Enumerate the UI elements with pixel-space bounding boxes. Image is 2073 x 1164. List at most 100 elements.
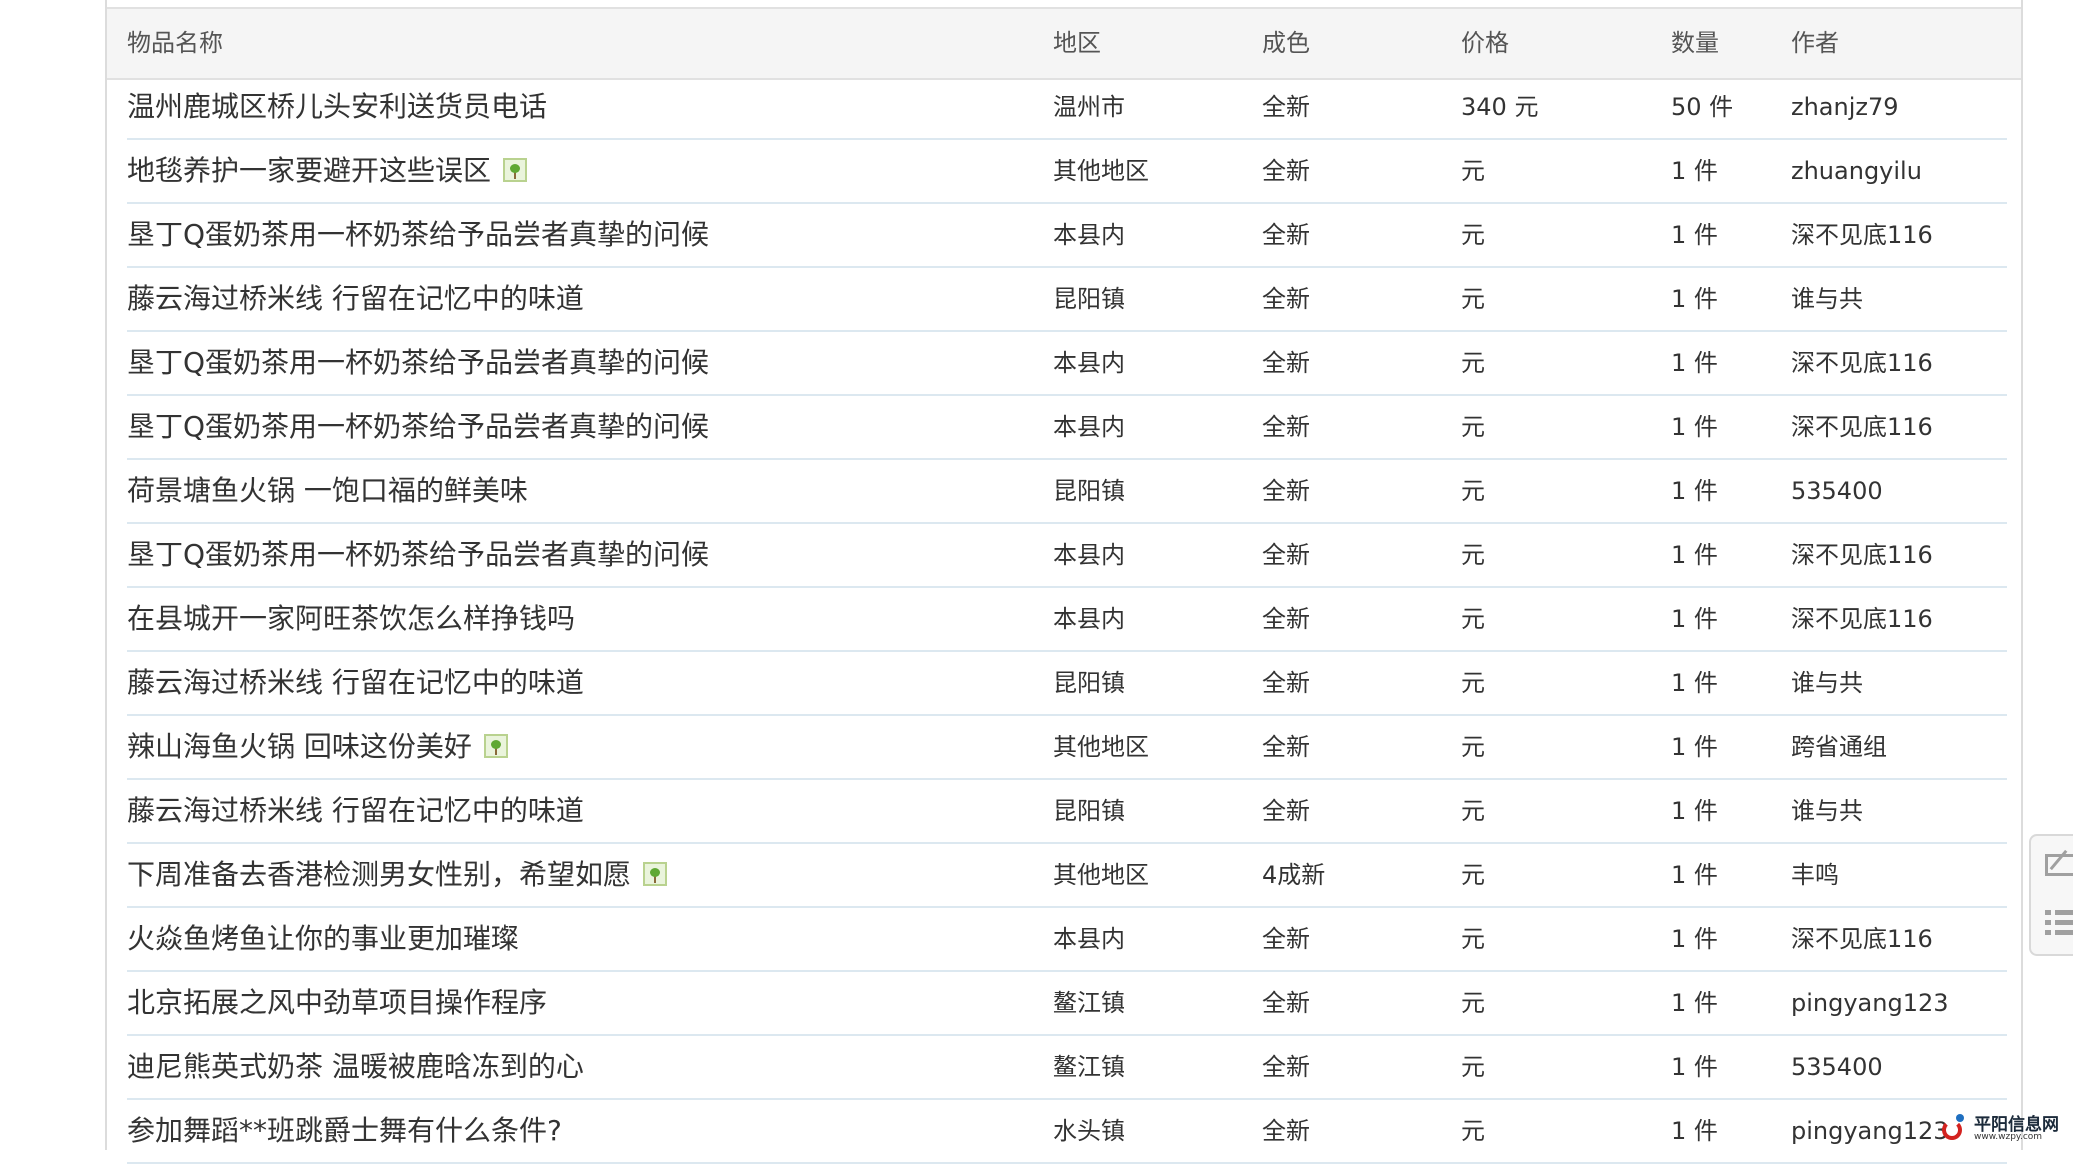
item-author[interactable]: pingyang123 [1791,972,1949,1034]
table-row[interactable]: 荷景塘鱼火锅 一饱口福的鲜美味 昆阳镇 全新 元 1 件 535400 [127,460,2007,524]
item-title-text: 辣山海鱼火锅 回味这份美好 [127,730,472,763]
table-row[interactable]: 垦丁Q蛋奶茶用一杯奶茶给予品尝者真挚的问候 本县内 全新 元 1 件 深不见底116 [127,204,2007,268]
item-author[interactable]: 535400 [1791,1036,1883,1098]
item-quantity: 1 件 [1671,349,1718,377]
item-price: 元 [1461,989,1485,1017]
item-quantity: 1 件 [1671,797,1718,825]
item-title-text: 垦丁Q蛋奶茶用一杯奶茶给予品尝者真挚的问候 [127,538,710,571]
item-title-link[interactable]: 在县城开一家阿旺茶饮怎么样挣钱吗 [127,588,575,650]
item-quantity: 1 件 [1671,541,1718,569]
item-quantity: 1 件 [1671,477,1718,505]
item-title-link[interactable]: 藤云海过桥米线 行留在记忆中的味道 [127,652,584,714]
item-title-text: 垦丁Q蛋奶茶用一杯奶茶给予品尝者真挚的问候 [127,346,710,379]
table-row[interactable]: 参加舞蹈**班跳爵士舞有什么条件? 水头镇 全新 元 1 件 pingyang123 [127,1100,2007,1164]
item-title-link[interactable]: 参加舞蹈**班跳爵士舞有什么条件? [127,1100,562,1162]
item-author[interactable]: 深不见底116 [1791,588,1933,650]
item-title-text: 迪尼熊英式奶茶 温暖被鹿晗冻到的心 [127,1050,584,1083]
list-icon[interactable] [2043,904,2073,944]
item-author[interactable]: 深不见底116 [1791,908,1933,970]
item-author[interactable]: zhanjz79 [1791,76,1899,138]
item-price: 元 [1461,221,1485,249]
column-header-condition: 成色 [1262,29,1310,57]
item-condition: 4成新 [1262,861,1326,889]
item-condition: 全新 [1262,1117,1310,1145]
item-condition: 全新 [1262,541,1310,569]
table-row[interactable]: 藤云海过桥米线 行留在记忆中的味道 昆阳镇 全新 元 1 件 谁与共 [127,780,2007,844]
table-row[interactable]: 在县城开一家阿旺茶饮怎么样挣钱吗 本县内 全新 元 1 件 深不见底116 [127,588,2007,652]
table-row[interactable]: 垦丁Q蛋奶茶用一杯奶茶给予品尝者真挚的问候 本县内 全新 元 1 件 深不见底116 [127,524,2007,588]
item-condition: 全新 [1262,733,1310,761]
column-header-area: 地区 [1053,29,1101,57]
table-row[interactable]: 北京拓展之风中劲草项目操作程序 鳌江镇 全新 元 1 件 pingyang123 [127,972,2007,1036]
item-title-link[interactable]: 温州鹿城区桥儿头安利送货员电话 [127,76,547,138]
item-title-link[interactable]: 藤云海过桥米线 行留在记忆中的味道 [127,268,584,330]
item-quantity: 1 件 [1671,989,1718,1017]
item-author[interactable]: 深不见底116 [1791,396,1933,458]
item-area: 鳌江镇 [1053,989,1125,1017]
item-title-link[interactable]: 北京拓展之风中劲草项目操作程序 [127,972,547,1034]
table-header: 物品名称 地区 成色 价格 数量 作者 [107,7,2021,80]
item-area: 本县内 [1053,221,1125,249]
item-quantity: 1 件 [1671,1117,1718,1145]
item-title-text: 地毯养护一家要避开这些误区 [127,154,492,187]
item-area: 昆阳镇 [1053,797,1125,825]
item-title-link[interactable]: 下周准备去香港检测男女性别，希望如愿 [127,844,668,906]
item-title-text: 火焱鱼烤鱼让你的事业更加璀璨 [127,922,520,955]
item-author[interactable]: 谁与共 [1791,268,1863,330]
table-row[interactable]: 迪尼熊英式奶茶 温暖被鹿晗冻到的心 鳌江镇 全新 元 1 件 535400 [127,1036,2007,1100]
item-title-text: 藤云海过桥米线 行留在记忆中的味道 [127,666,584,699]
item-condition: 全新 [1262,285,1310,313]
item-area: 本县内 [1053,925,1125,953]
item-author[interactable]: zhuangyilu [1791,140,1922,202]
image-attachment-icon [483,734,508,758]
item-title-link[interactable]: 火焱鱼烤鱼让你的事业更加璀璨 [127,908,519,970]
table-row[interactable]: 藤云海过桥米线 行留在记忆中的味道 昆阳镇 全新 元 1 件 谁与共 [127,652,2007,716]
column-header-quantity: 数量 [1671,29,1719,57]
table-row[interactable]: 垦丁Q蛋奶茶用一杯奶茶给予品尝者真挚的问候 本县内 全新 元 1 件 深不见底116 [127,396,2007,460]
item-area: 其他地区 [1053,157,1149,185]
table-row[interactable]: 火焱鱼烤鱼让你的事业更加璀璨 本县内 全新 元 1 件 深不见底116 [127,908,2007,972]
item-author[interactable]: 深不见底116 [1791,524,1933,586]
table-row[interactable]: 辣山海鱼火锅 回味这份美好 其他地区 全新 元 1 件 跨省通组 [127,716,2007,780]
item-condition: 全新 [1262,93,1310,121]
item-author[interactable]: 谁与共 [1791,652,1863,714]
table-row[interactable]: 下周准备去香港检测男女性别，希望如愿 其他地区 4成新 元 1 件 丰鸣 [127,844,2007,908]
item-author[interactable]: 535400 [1791,460,1883,522]
table-row[interactable]: 垦丁Q蛋奶茶用一杯奶茶给予品尝者真挚的问候 本县内 全新 元 1 件 深不见底116 [127,332,2007,396]
edit-icon[interactable] [2043,846,2073,886]
item-price: 元 [1461,733,1485,761]
item-area: 本县内 [1053,349,1125,377]
item-title-link[interactable]: 藤云海过桥米线 行留在记忆中的味道 [127,780,584,842]
item-author[interactable]: 跨省通组 [1791,716,1887,778]
table-row[interactable]: 藤云海过桥米线 行留在记忆中的味道 昆阳镇 全新 元 1 件 谁与共 [127,268,2007,332]
item-author[interactable]: 深不见底116 [1791,332,1933,394]
item-title-link[interactable]: 垦丁Q蛋奶茶用一杯奶茶给予品尝者真挚的问候 [127,204,709,266]
item-area: 昆阳镇 [1053,669,1125,697]
table-row[interactable]: 地毯养护一家要避开这些误区 其他地区 全新 元 1 件 zhuangyilu [127,140,2007,204]
item-author[interactable]: 谁与共 [1791,780,1863,842]
item-condition: 全新 [1262,349,1310,377]
item-price: 元 [1461,477,1485,505]
item-condition: 全新 [1262,669,1310,697]
item-price: 元 [1461,349,1485,377]
site-watermark-logo: 平阳信息网 www.wzpy.com [1940,1108,2070,1148]
item-title-link[interactable]: 垦丁Q蛋奶茶用一杯奶茶给予品尝者真挚的问候 [127,396,709,458]
item-author[interactable]: 深不见底116 [1791,204,1933,266]
table-row[interactable]: 温州鹿城区桥儿头安利送货员电话 温州市 全新 340 元 50 件 zhanjz79 [127,76,2007,140]
item-title-link[interactable]: 地毯养护一家要避开这些误区 [127,140,528,202]
item-title-link[interactable]: 垦丁Q蛋奶茶用一杯奶茶给予品尝者真挚的问候 [127,524,709,586]
item-area: 水头镇 [1053,1117,1125,1145]
item-price: 元 [1461,1117,1485,1145]
item-author[interactable]: 丰鸣 [1791,844,1839,906]
item-title-link[interactable]: 垦丁Q蛋奶茶用一杯奶茶给予品尝者真挚的问候 [127,332,709,394]
item-author[interactable]: pingyang123 [1791,1100,1949,1162]
item-title-link[interactable]: 迪尼熊英式奶茶 温暖被鹿晗冻到的心 [127,1036,584,1098]
image-attachment-icon [643,862,668,886]
item-title-link[interactable]: 荷景塘鱼火锅 一饱口福的鲜美味 [127,460,528,522]
item-quantity: 1 件 [1671,157,1718,185]
item-condition: 全新 [1262,797,1310,825]
listing-table: 物品名称 地区 成色 价格 数量 作者 温州鹿城区桥儿头安利送货员电话 温州市 全新… [105,0,2023,1164]
item-title-link[interactable]: 辣山海鱼火锅 回味这份美好 [127,716,508,778]
item-quantity: 1 件 [1671,1053,1718,1081]
item-title-text: 温州鹿城区桥儿头安利送货员电话 [127,90,548,123]
